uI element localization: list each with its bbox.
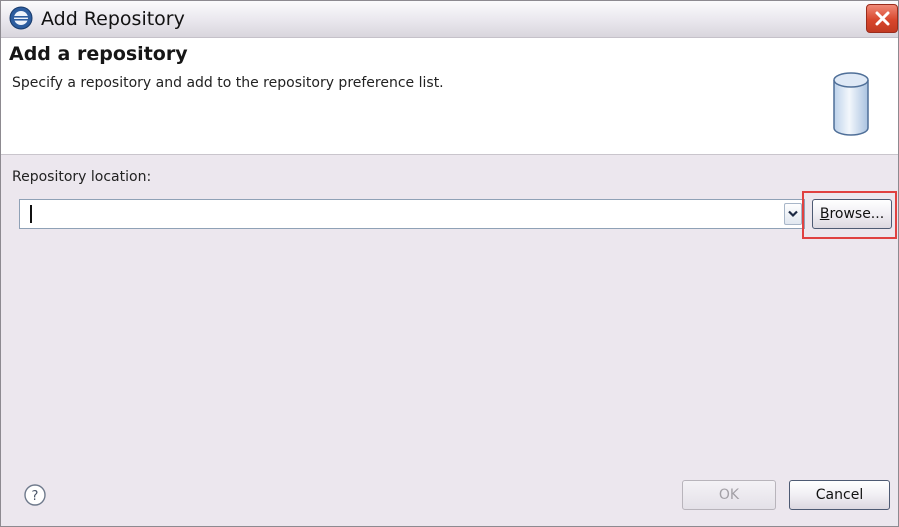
window-title: Add Repository [41, 8, 185, 30]
cancel-button[interactable]: Cancel [789, 480, 890, 510]
chevron-down-icon [788, 210, 798, 218]
ok-button[interactable]: OK [682, 480, 776, 510]
browse-label: rowse... [829, 206, 885, 222]
text-cursor [30, 205, 32, 223]
repository-location-label: Repository location: [12, 169, 152, 185]
banner-title: Add a repository [9, 43, 188, 65]
repository-location-combo[interactable] [19, 199, 805, 229]
add-repository-dialog: Add Repository Add a repository Specify … [0, 0, 899, 527]
title-bar[interactable]: Add Repository [1, 1, 898, 38]
help-icon[interactable]: ? [23, 483, 47, 507]
combo-dropdown-button[interactable] [784, 203, 802, 225]
eclipse-icon [9, 6, 33, 30]
repository-location-input[interactable] [20, 200, 770, 228]
close-icon [875, 11, 890, 26]
wizard-banner: Add a repository Specify a repository an… [1, 38, 898, 155]
database-icon [832, 71, 870, 141]
banner-description: Specify a repository and add to the repo… [12, 75, 444, 91]
browse-button[interactable]: Browse... [812, 199, 892, 229]
browse-mnemonic: B [819, 206, 830, 222]
close-button[interactable] [866, 4, 898, 33]
svg-text:?: ? [32, 489, 39, 504]
